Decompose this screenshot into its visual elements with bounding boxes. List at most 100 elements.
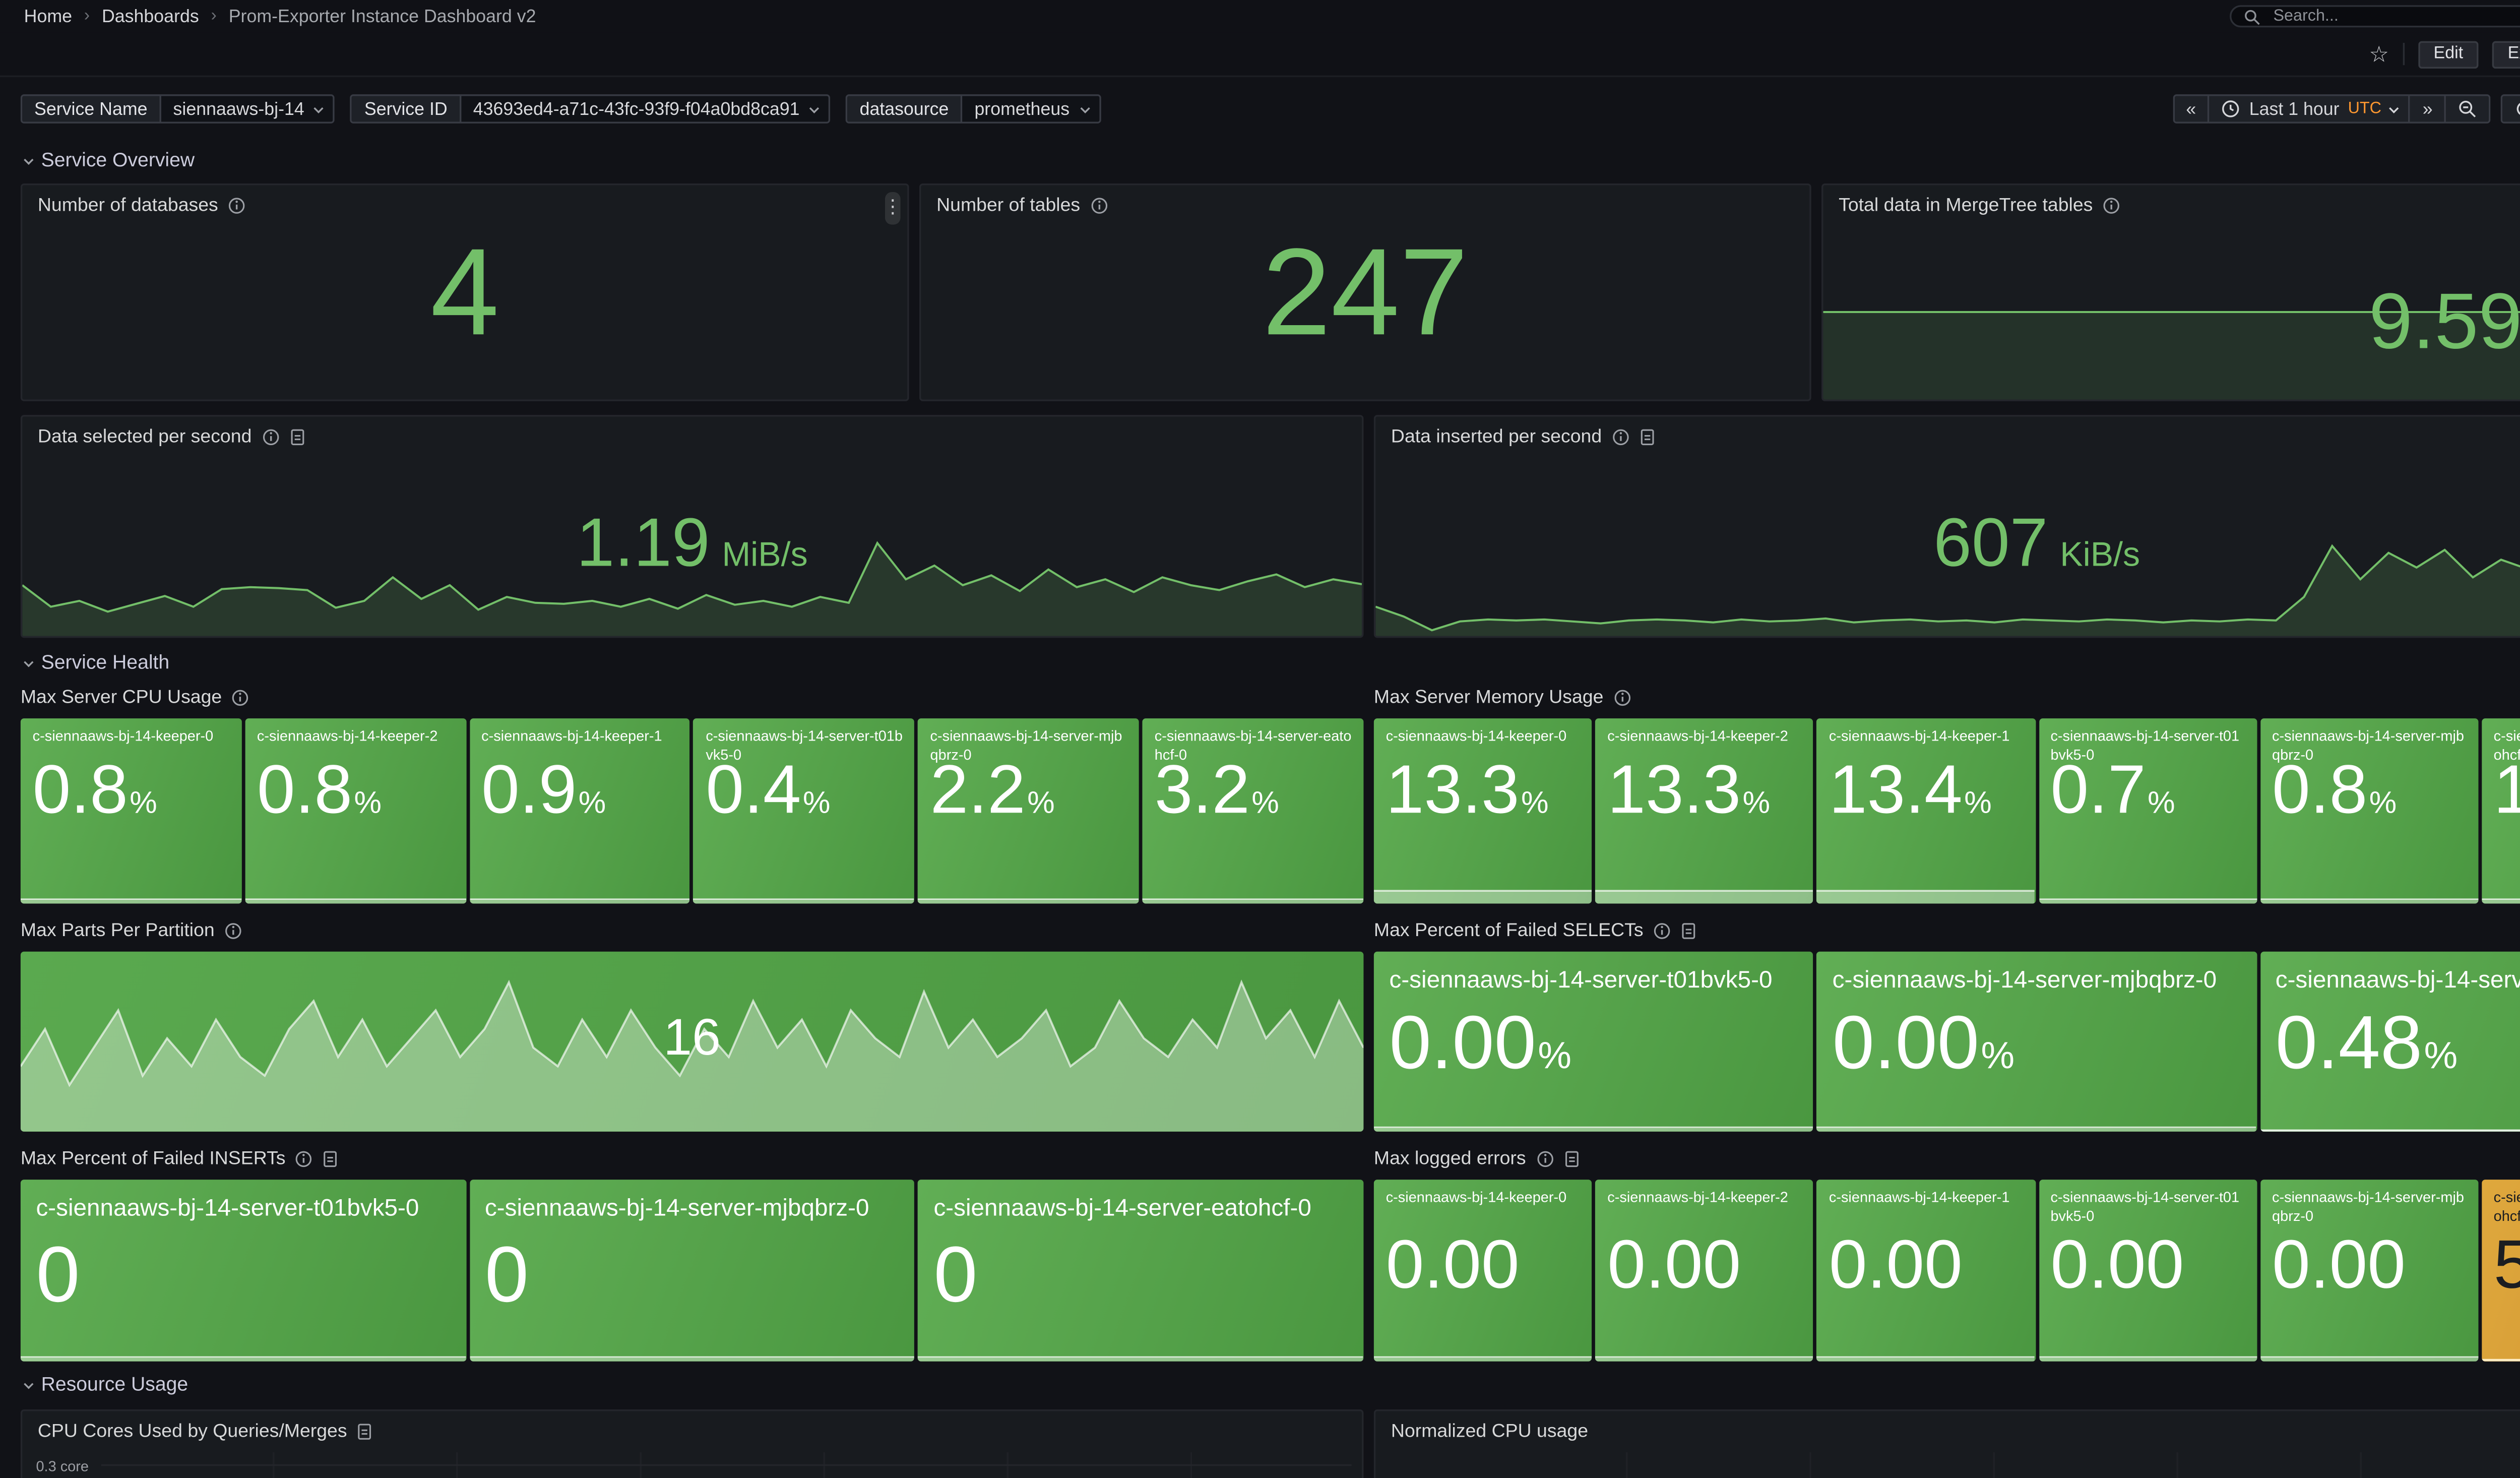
cpu-tiles: c-siennaaws-bj-14-keeper-00.8% c-siennaa… bbox=[21, 718, 1364, 903]
time-range-picker[interactable]: Last 1 hour UTC bbox=[2208, 96, 2409, 121]
variable-value-dropdown[interactable]: prometheus bbox=[961, 96, 1099, 121]
info-icon[interactable] bbox=[296, 1150, 313, 1167]
document-icon[interactable] bbox=[289, 428, 305, 446]
chart-grid bbox=[1444, 1452, 2520, 1478]
panel-title[interactable]: Total data in MergeTree tables bbox=[1839, 196, 2093, 216]
section-resource-usage[interactable]: Resource Usage bbox=[24, 1372, 2520, 1399]
variable-value-dropdown[interactable]: siennaaws-bj-14 bbox=[159, 96, 333, 121]
panel-title[interactable]: Max logged errors bbox=[1374, 1148, 1526, 1168]
tile-sparkline bbox=[1374, 1127, 1813, 1132]
stat-tile-alert: c-siennaaws-bj-14-server-eatohcf-05.00 bbox=[2482, 1180, 2520, 1362]
stat-tile: c-siennaaws-bj-14-server-t01bvk5-00.00 bbox=[2039, 1180, 2257, 1362]
stat-value: 9.59GiB bbox=[1823, 213, 2520, 401]
info-icon[interactable] bbox=[1091, 197, 1108, 214]
stat-tile: c-siennaaws-bj-14-keeper-113.4% bbox=[1817, 718, 2035, 903]
panel-title[interactable]: Max Server Memory Usage bbox=[1374, 687, 1604, 707]
variable-value-dropdown[interactable]: 43693ed4-a71c-43fc-93f9-f04a0bd8ca91 bbox=[460, 96, 829, 121]
breadcrumb-home[interactable]: Home bbox=[24, 6, 72, 27]
template-variables: Service Name siennaaws-bj-14 Service ID … bbox=[21, 94, 1101, 124]
stat-tile: c-siennaaws-bj-14-server-t01bvk5-00.4% bbox=[694, 718, 915, 903]
variable-label: datasource bbox=[848, 96, 961, 121]
info-icon[interactable] bbox=[232, 689, 249, 706]
panel-title[interactable]: Number of tables bbox=[936, 196, 1080, 216]
refresh-group: Refresh 30s bbox=[2501, 94, 2520, 124]
tile-sparkline bbox=[2482, 898, 2520, 903]
row-throughput: Data selected per second 1.19MiB/s Data … bbox=[21, 415, 2520, 638]
stat-value: 247 bbox=[921, 185, 1809, 399]
tile-sparkline bbox=[21, 1357, 466, 1362]
parts-stat-tile: 16 bbox=[21, 952, 1364, 1132]
clock-icon bbox=[2222, 99, 2240, 118]
document-icon[interactable] bbox=[323, 1150, 339, 1167]
panel-title[interactable]: Max Percent of Failed SELECTs bbox=[1374, 920, 1644, 941]
info-icon[interactable] bbox=[262, 428, 279, 446]
row-parts-selects: Max Parts Per Partition 16 Max Percent o… bbox=[21, 917, 2520, 1132]
export-button[interactable]: Export bbox=[2492, 40, 2520, 68]
stat-tile: c-siennaaws-bj-14-server-mjbqbrz-00.00% bbox=[1817, 952, 2256, 1132]
info-icon[interactable] bbox=[228, 197, 245, 214]
document-icon[interactable] bbox=[1681, 921, 1696, 939]
search-input-wrap[interactable]: ⌘+k bbox=[2230, 5, 2520, 27]
search-input[interactable] bbox=[2270, 5, 2515, 27]
stat-tile: c-siennaaws-bj-14-keeper-10.9% bbox=[469, 718, 690, 903]
info-icon[interactable] bbox=[1614, 689, 1631, 706]
stat-tile: c-siennaaws-bj-14-server-mjbqbrz-00.8% bbox=[2260, 718, 2478, 903]
panel-title[interactable]: CPU Cores Used by Queries/Merges bbox=[38, 1422, 347, 1442]
star-icon[interactable]: ☆ bbox=[2369, 43, 2389, 65]
panel-data-selected: Data selected per second 1.19MiB/s bbox=[21, 415, 1364, 638]
info-icon[interactable] bbox=[1536, 1150, 1553, 1167]
info-icon[interactable] bbox=[225, 921, 242, 939]
info-icon[interactable] bbox=[1654, 921, 1671, 939]
stat-tile: c-siennaaws-bj-14-keeper-013.3% bbox=[1374, 718, 1592, 903]
breadcrumb-separator: › bbox=[211, 7, 217, 26]
time-shift-back-button[interactable]: « bbox=[2174, 96, 2209, 121]
stat-tile: c-siennaaws-bj-14-server-t01bvk5-00.7% bbox=[2039, 718, 2257, 903]
chevron-down-icon bbox=[24, 155, 33, 165]
stat-value: 16 bbox=[21, 1013, 1364, 1065]
panel-title[interactable]: Number of databases bbox=[38, 196, 218, 216]
refresh-button[interactable]: Refresh bbox=[2503, 96, 2520, 121]
tile-sparkline bbox=[1817, 890, 2035, 903]
panel-max-cpu-usage: Max Server CPU Usage c-siennaaws-bj-14-k… bbox=[21, 684, 1364, 903]
document-icon[interactable] bbox=[357, 1423, 373, 1440]
time-picker-group: « Last 1 hour UTC » bbox=[2172, 94, 2491, 124]
tile-sparkline bbox=[1374, 890, 1592, 903]
tile-sparkline bbox=[2260, 1357, 2478, 1362]
panel-title[interactable]: Max Server CPU Usage bbox=[21, 687, 222, 707]
tile-sparkline bbox=[918, 1357, 1364, 1362]
chevron-down-icon bbox=[314, 103, 324, 112]
panel-max-logged-errors: Max logged errors c-siennaaws-bj-14-keep… bbox=[1374, 1145, 2520, 1362]
stat-tile: c-siennaaws-bj-14-server-eatohcf-01.4% bbox=[2482, 718, 2520, 903]
tile-sparkline bbox=[21, 898, 241, 903]
section-service-health[interactable]: Service Health bbox=[24, 650, 2520, 677]
panel-menu-button[interactable]: ⋮ bbox=[885, 192, 901, 225]
time-shift-forward-button[interactable]: » bbox=[2409, 96, 2444, 121]
panel-title[interactable]: Data inserted per second bbox=[1391, 427, 1602, 448]
refresh-icon bbox=[2515, 99, 2520, 118]
kebab-icon: ⋮ bbox=[884, 199, 902, 218]
info-icon[interactable] bbox=[1612, 428, 1629, 446]
time-range-label: Last 1 hour bbox=[2249, 99, 2340, 119]
info-icon[interactable] bbox=[2103, 197, 2120, 214]
top-nav: Home › Dashboards › Prom-Exporter Instan… bbox=[0, 0, 2520, 33]
edit-button[interactable]: Edit bbox=[2418, 40, 2479, 68]
variable-service-name: Service Name siennaaws-bj-14 bbox=[21, 94, 335, 124]
time-controls: « Last 1 hour UTC » Refresh 30s bbox=[2172, 94, 2520, 124]
failed-selects-tiles: c-siennaaws-bj-14-server-t01bvk5-00.00% … bbox=[1374, 952, 2520, 1132]
panel-title[interactable]: Max Percent of Failed INSERTs bbox=[21, 1148, 286, 1168]
panel-title[interactable]: Normalized CPU usage bbox=[1391, 1422, 1588, 1442]
tile-sparkline bbox=[694, 898, 915, 903]
panel-title[interactable]: Data selected per second bbox=[38, 427, 252, 448]
zoom-out-button[interactable] bbox=[2444, 96, 2489, 121]
panel-cpu-cores: CPU Cores Used by Queries/Merges 0.3 cor… bbox=[21, 1409, 1364, 1478]
row-cpu-memory: Max Server CPU Usage c-siennaaws-bj-14-k… bbox=[21, 684, 2520, 903]
panel-title[interactable]: Max Parts Per Partition bbox=[21, 920, 215, 941]
document-icon[interactable] bbox=[1563, 1150, 1579, 1167]
panel-failed-selects: Max Percent of Failed SELECTs c-siennaaw… bbox=[1374, 917, 2520, 1132]
stat-tile: c-siennaaws-bj-14-keeper-213.3% bbox=[1595, 718, 1813, 903]
breadcrumb-dashboards[interactable]: Dashboards bbox=[102, 6, 199, 27]
section-service-overview[interactable]: Service Overview bbox=[24, 148, 2520, 175]
logged-errors-tiles: c-siennaaws-bj-14-keeper-00.00 c-siennaa… bbox=[1374, 1180, 2520, 1362]
document-icon[interactable] bbox=[1640, 428, 1655, 446]
stat-tile: c-siennaaws-bj-14-keeper-10.00 bbox=[1817, 1180, 2035, 1362]
